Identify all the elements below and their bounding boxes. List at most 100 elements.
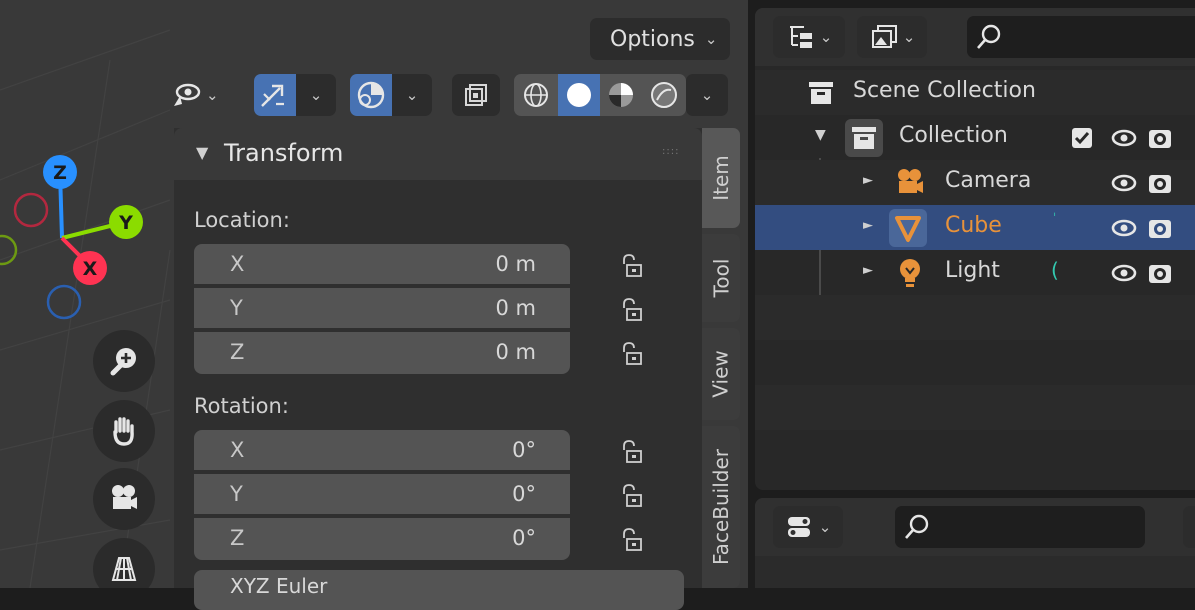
collection-box-icon <box>809 82 833 104</box>
camera-icon <box>112 485 137 509</box>
lock-rotation-x-icon[interactable] <box>617 438 647 468</box>
options-label: Options <box>610 26 695 52</box>
view-object-types-dropdown[interactable]: ⌄ <box>168 74 240 116</box>
shading-wireframe-button[interactable] <box>514 74 558 116</box>
xray-icon <box>465 84 487 106</box>
object-label: Cube <box>945 213 1002 238</box>
pan-button[interactable] <box>93 400 155 462</box>
location-z-field[interactable]: Z 0 m <box>194 332 570 374</box>
axis-label: Z <box>230 526 245 550</box>
shading-options-dropdown[interactable]: ⌄ <box>686 74 728 116</box>
rotation-mode-value: XYZ Euler <box>230 574 328 598</box>
y-axis-label: Y <box>118 212 133 234</box>
xray-toggle-button[interactable] <box>452 74 500 116</box>
grid-icon <box>111 557 137 581</box>
gizmo-toggle-button[interactable] <box>254 74 296 116</box>
rotation-mode-dropdown[interactable]: XYZ Euler <box>194 570 684 610</box>
lock-location-y-icon[interactable] <box>617 296 647 326</box>
negative-x-axis-circle[interactable] <box>13 192 49 228</box>
expand-arrow-icon[interactable]: ► <box>863 173 873 188</box>
navigation-gizmo[interactable]: Z Y X <box>0 150 160 330</box>
zoom-button[interactable] <box>93 330 155 392</box>
filter-dropdown[interactable]: ⌄ <box>857 16 927 58</box>
options-dropdown[interactable]: Options ⌄ <box>590 18 730 60</box>
field-value: 0° <box>512 526 536 550</box>
outliner-row-scene-collection[interactable]: Scene Collection <box>755 70 1195 115</box>
pin-button[interactable] <box>1183 506 1195 548</box>
negative-z-axis-circle[interactable] <box>46 284 82 320</box>
field-value: 0° <box>512 482 536 506</box>
mesh-icon-bg <box>889 209 927 247</box>
location-y-field[interactable]: Y 0 m <box>194 288 570 330</box>
transform-panel-header[interactable]: ▼ Transform :::: <box>174 128 702 180</box>
outliner-row-camera[interactable]: ► Camera <box>755 160 1195 205</box>
lock-location-z-icon[interactable] <box>617 340 647 370</box>
properties-search-input[interactable] <box>895 506 1145 548</box>
tab-tool[interactable]: Tool <box>702 234 740 322</box>
light-data-indicator-icon: ( <box>1051 258 1059 282</box>
outliner-search-input[interactable] <box>967 16 1195 58</box>
render-camera-icon[interactable] <box>1147 260 1173 286</box>
expand-arrow-icon[interactable]: ► <box>863 218 873 233</box>
overlays-options-dropdown[interactable]: ⌄ <box>392 74 432 116</box>
lock-rotation-y-icon[interactable] <box>617 482 647 512</box>
chevron-down-icon: ⌄ <box>700 86 714 104</box>
outliner-row-light[interactable]: ► Light ( <box>755 250 1195 295</box>
shading-solid-button[interactable] <box>558 74 600 116</box>
outliner-row-collection[interactable]: ▼ Collection <box>755 115 1195 160</box>
lock-rotation-z-icon[interactable] <box>617 526 647 556</box>
outliner-empty-row <box>755 295 1195 340</box>
axis-label: X <box>230 438 245 462</box>
material-sphere-icon <box>609 83 633 107</box>
overlays-toggle-button[interactable] <box>350 74 392 116</box>
tab-view[interactable]: View <box>702 328 740 420</box>
exclude-checkbox[interactable] <box>1071 127 1093 149</box>
properties-header: ⌄ <box>755 498 1195 556</box>
outliner-row-cube[interactable]: ► Cube ˈ <box>755 205 1195 250</box>
display-mode-dropdown[interactable]: ⌄ <box>773 16 845 58</box>
render-camera-icon[interactable] <box>1147 215 1173 241</box>
axis-label: Y <box>230 482 243 506</box>
tab-facebuilder[interactable]: FaceBuilder <box>702 426 740 588</box>
eye-icon[interactable] <box>1111 215 1137 241</box>
outliner-header: ⌄ ⌄ <box>755 8 1195 66</box>
render-camera-icon[interactable] <box>1147 170 1173 196</box>
outliner: ⌄ ⌄ Scene Collection ▼ Collection ► Came… <box>755 8 1195 490</box>
solid-sphere-icon <box>567 83 591 107</box>
chevron-down-icon: ⌄ <box>206 86 219 104</box>
zoom-icon <box>110 348 136 376</box>
render-camera-icon[interactable] <box>1147 125 1173 151</box>
lock-location-x-icon[interactable] <box>617 252 647 282</box>
properties-editor-icon <box>787 517 810 537</box>
rendered-sphere-icon <box>651 82 677 108</box>
field-value: 0 m <box>495 340 537 364</box>
negative-y-axis-circle[interactable] <box>0 234 18 266</box>
chevron-down-icon: ⌄ <box>704 30 718 48</box>
drag-grip-icon[interactable]: :::: <box>662 146 679 157</box>
gizmo-options-dropdown[interactable]: ⌄ <box>296 74 336 116</box>
axis-label: Z <box>230 340 245 364</box>
rotation-y-field[interactable]: Y 0° <box>194 474 570 516</box>
tab-item[interactable]: Item <box>702 128 740 228</box>
camera-view-button[interactable] <box>93 468 155 530</box>
expand-arrow-icon[interactable]: ▼ <box>815 127 826 143</box>
mesh-icon <box>895 216 921 242</box>
rotation-z-field[interactable]: Z 0° <box>194 518 570 560</box>
expand-arrow-icon[interactable]: ► <box>863 263 873 278</box>
overlays-icon <box>357 81 385 109</box>
light-icon <box>900 259 920 287</box>
eye-icon[interactable] <box>1111 170 1137 196</box>
eye-icon[interactable] <box>1111 260 1137 286</box>
tab-label: View <box>709 350 733 398</box>
eye-icon[interactable] <box>1111 125 1137 151</box>
tab-label: Tool <box>709 258 734 298</box>
location-x-field[interactable]: X 0 m <box>194 244 570 286</box>
rotation-x-field[interactable]: X 0° <box>194 430 570 472</box>
image-filter-icon <box>871 25 897 48</box>
editor-type-dropdown[interactable]: ⌄ <box>773 506 843 548</box>
shading-material-button[interactable] <box>600 74 642 116</box>
object-label: Camera <box>945 168 1032 193</box>
shading-rendered-button[interactable] <box>642 74 686 116</box>
collapse-arrow-icon: ▼ <box>196 143 209 162</box>
x-axis-label: X <box>83 258 98 280</box>
